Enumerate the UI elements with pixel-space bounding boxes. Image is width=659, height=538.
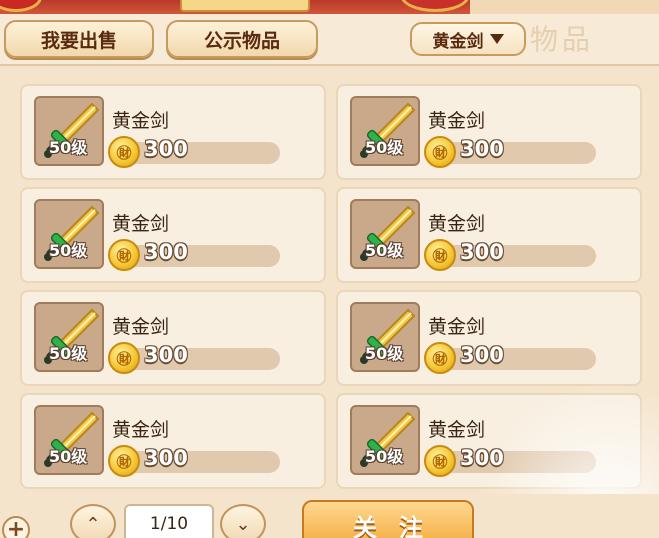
item-level: 50级 [365, 344, 404, 363]
item-level: 50级 [49, 138, 88, 157]
tab-sell-label: 我要出售 [40, 29, 117, 52]
page-down-button[interactable]: ⌄ [220, 504, 266, 538]
item-price: 300 [144, 343, 188, 367]
gold-coin-icon: ㊖ [424, 136, 456, 168]
lantern-left [0, 0, 42, 12]
item-price: 300 [460, 446, 504, 470]
follow-button[interactable]: 关注 [302, 500, 474, 538]
item-name: 黄金剑 [428, 419, 486, 441]
gold-coin-icon: ㊖ [424, 445, 456, 477]
chevron-up-icon: ⌃ [85, 513, 101, 535]
item-level: 50级 [49, 241, 88, 260]
gold-coin-icon: ㊖ [108, 136, 140, 168]
item-price: 300 [460, 343, 504, 367]
item-name: 黄金剑 [428, 213, 486, 235]
item-price: 300 [144, 137, 188, 161]
item-name: 黄金剑 [112, 110, 170, 132]
tab-public-items[interactable]: 公示物品 [166, 20, 318, 58]
item-name: 黄金剑 [112, 419, 170, 441]
add-button[interactable]: + [2, 516, 30, 538]
tab-public-items-label: 公示物品 [203, 29, 280, 52]
item-price: 300 [460, 240, 504, 264]
item-card[interactable]: 50级 黄金剑 ㊖ 300 [336, 84, 642, 180]
page-indicator: 1/10 [124, 504, 214, 538]
item-list[interactable]: 50级 黄金剑 ㊖ 300 50级 黄金剑 ㊖ 300 50级 黄金剑 ㊖ 30… [14, 78, 659, 494]
item-card[interactable]: 50级 黄金剑 ㊖ 300 [20, 290, 326, 386]
item-price: 300 [144, 446, 188, 470]
item-card[interactable]: 50级 黄金剑 ㊖ 300 [20, 187, 326, 283]
item-filter-value: 黄金剑 [432, 31, 484, 52]
gold-coin-icon: ㊖ [424, 239, 456, 271]
header-background-art: 物品 [530, 23, 595, 56]
item-level: 50级 [365, 241, 404, 260]
item-level: 50级 [365, 138, 404, 157]
gold-coin-icon: ㊖ [108, 342, 140, 374]
item-card[interactable]: 50级 黄金剑 ㊖ 300 [336, 187, 642, 283]
item-name: 黄金剑 [112, 213, 170, 235]
item-price: 300 [460, 137, 504, 161]
page-up-button[interactable]: ⌃ [70, 504, 116, 538]
item-card[interactable]: 50级 黄金剑 ㊖ 300 [336, 290, 642, 386]
market-header: 物品 我要出售 公示物品 黄金剑 [0, 14, 659, 66]
lantern-right [400, 0, 470, 12]
item-level: 50级 [49, 344, 88, 363]
dropdown-arrow-icon [489, 34, 504, 44]
item-card[interactable]: 50级 黄金剑 ㊖ 300 [20, 84, 326, 180]
tab-sell[interactable]: 我要出售 [4, 20, 154, 58]
item-price: 300 [144, 240, 188, 264]
gold-coin-icon: ㊖ [108, 445, 140, 477]
item-name: 黄金剑 [428, 316, 486, 338]
item-level: 50级 [49, 447, 88, 466]
item-filter-dropdown[interactable]: 黄金剑 [410, 22, 526, 56]
item-card[interactable]: 50级 黄金剑 ㊖ 300 [336, 393, 642, 489]
item-level: 50级 [365, 447, 404, 466]
chevron-down-icon: ⌄ [235, 513, 251, 535]
item-name: 黄金剑 [428, 110, 486, 132]
gold-coin-icon: ㊖ [424, 342, 456, 374]
item-grid: 50级 黄金剑 ㊖ 300 50级 黄金剑 ㊖ 300 50级 黄金剑 ㊖ 30… [20, 84, 642, 489]
item-name: 黄金剑 [112, 316, 170, 338]
title-plaque [180, 0, 310, 12]
footer-bar: + ⌃ 1/10 ⌄ 关注 [0, 494, 659, 538]
gold-coin-icon: ㊖ [108, 239, 140, 271]
item-card[interactable]: 50级 黄金剑 ㊖ 300 [20, 393, 326, 489]
